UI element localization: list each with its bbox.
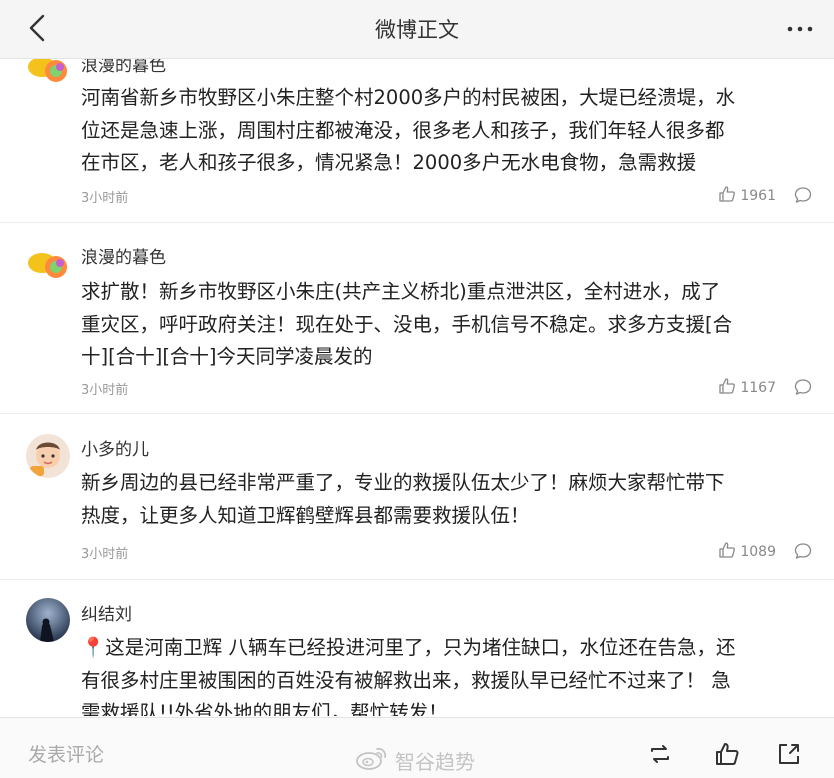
comment-bubble-icon[interactable]: [794, 542, 812, 560]
page-title: 微博正文: [375, 18, 459, 42]
comment-text: 求扩散！新乡市牧野区小朱庄(共产主义桥北)重点泄洪区，全村进水，成了 重灾区，呼…: [81, 280, 733, 368]
comment-time: 3小时前: [81, 383, 129, 398]
like-count: 1089: [740, 544, 776, 560]
comment-item: 浪漫的暮色 河南省新乡市牧野区小朱庄整个村2000多户的村民被困，大堤已经溃堤，…: [0, 59, 834, 223]
comment-bubble-icon[interactable]: [794, 186, 812, 204]
avatar[interactable]: [26, 434, 70, 478]
comment-item: 纠结刘 📍这是河南卫辉 八辆车已经投进河里了，只为堵住缺口，水位还在告急，还 有…: [0, 580, 834, 716]
comment-item: 小多的儿 新乡周边的县已经非常严重了，专业的救援队伍太少了！麻烦大家帮忙带下 热…: [0, 414, 834, 580]
like-count: 1167: [740, 380, 776, 396]
thumbs-up-icon: [718, 541, 736, 563]
comment-list: 浪漫的暮色 河南省新乡市牧野区小朱庄整个村2000多户的村民被困，大堤已经溃堤，…: [0, 59, 834, 716]
avatar[interactable]: [26, 59, 70, 91]
weibo-logo-icon: [355, 745, 389, 776]
comment-text: 新乡周边的县已经非常严重了，专业的救援队伍太少了！麻烦大家帮忙带下 热度，让更多…: [81, 471, 725, 527]
comment-author[interactable]: 小多的儿: [81, 435, 149, 460]
more-dots-icon[interactable]: [784, 12, 816, 44]
thumbs-up-icon[interactable]: [713, 740, 741, 768]
repost-icon[interactable]: [646, 740, 674, 768]
comment-bubble-icon[interactable]: [794, 378, 812, 396]
avatar[interactable]: [26, 243, 70, 287]
comment-item: 浪漫的暮色 求扩散！新乡市牧野区小朱庄(共产主义桥北)重点泄洪区，全村进水，成了…: [0, 223, 834, 414]
thumbs-up-icon: [718, 185, 736, 207]
bottom-action-bar: 发表评论 智谷趋势: [0, 717, 834, 778]
like-button[interactable]: 1961: [718, 185, 776, 207]
comment-text: 河南省新乡市牧野区小朱庄整个村2000多户的村民被困，大堤已经溃堤，水 位还是急…: [81, 86, 736, 174]
comment-author[interactable]: 浪漫的暮色: [81, 243, 166, 268]
like-button[interactable]: 1167: [718, 377, 776, 399]
like-count: 1961: [740, 188, 776, 204]
top-nav-bar: 微博正文: [0, 0, 834, 59]
watermark-text: 智谷趋势: [395, 750, 475, 774]
like-button[interactable]: 1089: [718, 541, 776, 563]
comment-time: 3小时前: [81, 547, 129, 562]
watermark: 智谷趋势: [355, 745, 475, 776]
comment-time: 3小时前: [81, 191, 129, 206]
comment-author[interactable]: 浪漫的暮色: [81, 59, 166, 76]
thumbs-up-icon: [718, 377, 736, 399]
share-icon[interactable]: [775, 740, 803, 768]
comment-input[interactable]: 发表评论: [28, 740, 104, 767]
comment-text: 📍这是河南卫辉 八辆车已经投进河里了，只为堵住缺口，水位还在告急，还 有很多村庄…: [81, 636, 736, 716]
avatar[interactable]: [26, 598, 70, 642]
comment-author[interactable]: 纠结刘: [81, 600, 132, 625]
